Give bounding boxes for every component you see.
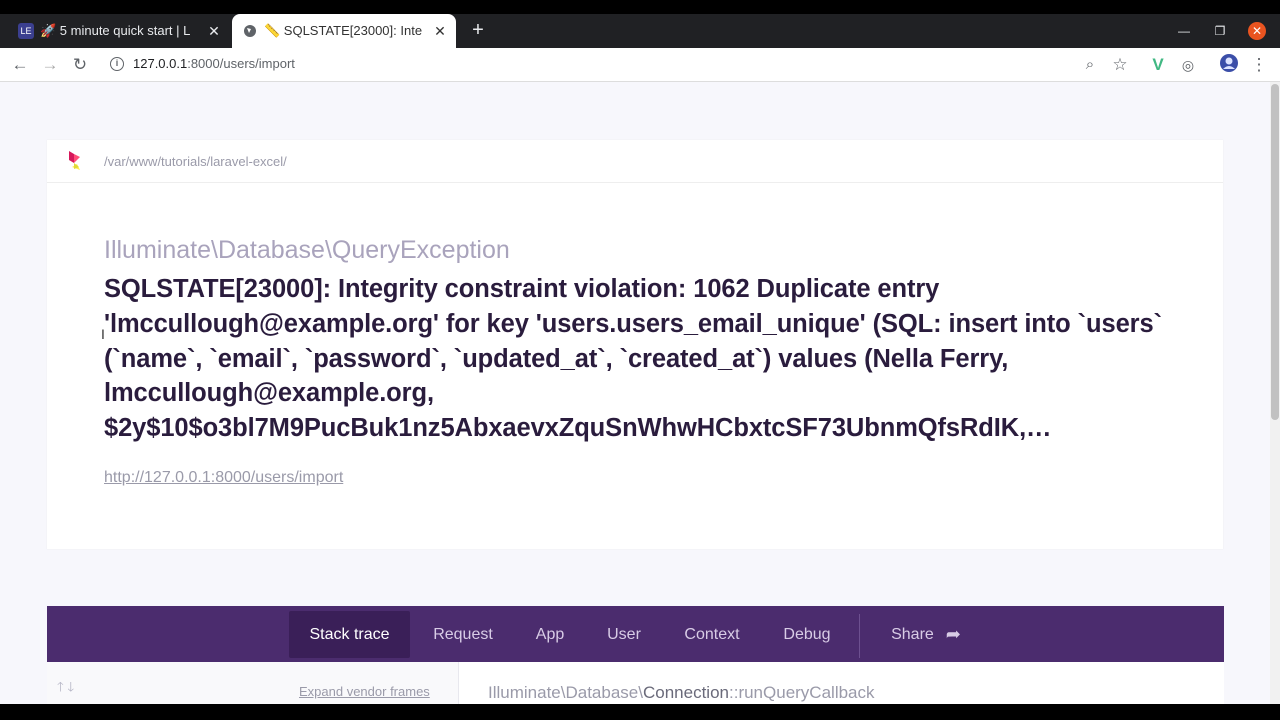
share-button[interactable]: Share ➦ (881, 611, 971, 658)
tabs-divider (859, 614, 860, 658)
ignition-tabs-bar: Stack trace Request App User Context Deb… (47, 606, 1224, 662)
exception-message: SQLSTATE[23000]: Integrity constraint vi… (104, 275, 1162, 443)
browser-tab-sqlstate[interactable]: 📏 SQLSTATE[23000]: Inte ✕ (232, 14, 456, 48)
vue-devtools-icon[interactable]: V (1146, 53, 1170, 77)
frames-list: 🡑 🡓 Expand vendor frames (47, 662, 459, 704)
url-host: 127.0.0.1 (133, 56, 188, 71)
tab-close-icon[interactable]: ✕ (204, 23, 224, 40)
request-url-link[interactable]: http://127.0.0.1:8000/users/import (104, 469, 343, 487)
window-close-icon[interactable]: ✕ (1248, 22, 1266, 40)
ignition-logo-icon (67, 149, 85, 173)
zoom-icon[interactable]: ⌕ (1078, 53, 1102, 77)
back-arrow-icon[interactable]: ← (8, 53, 32, 77)
frame-nav-arrows-icon[interactable]: 🡑 🡓 (57, 678, 74, 700)
tab-debug[interactable]: Debug (773, 611, 841, 658)
tab-request[interactable]: Request (419, 611, 507, 658)
minimize-icon[interactable]: — (1169, 14, 1199, 48)
profile-avatar[interactable] (1217, 53, 1241, 77)
new-tab-button[interactable]: + (466, 18, 490, 42)
forward-arrow-icon[interactable]: → (38, 53, 62, 77)
frame-class: Connection (642, 683, 729, 702)
globe-icon (242, 23, 258, 39)
card-header: /var/www/tutorials/laravel-excel/ (47, 140, 1223, 183)
laravel-excel-favicon-icon: LE (18, 23, 34, 39)
text-cursor-icon: I (101, 326, 105, 342)
browser-tab-quick-start[interactable]: LE 🚀 5 minute quick start | L ✕ (8, 14, 230, 48)
bookmark-star-icon[interactable]: ☆ (1108, 53, 1132, 77)
page-content: /var/www/tutorials/laravel-excel/ Illumi… (0, 82, 1280, 704)
frame-title: Illuminate\Database\Connection::runQuery… (488, 683, 875, 703)
browser-tab-bar: LE 🚀 5 minute quick start | L ✕ 📏 SQLSTA… (0, 14, 1280, 48)
exception-card: /var/www/tutorials/laravel-excel/ Illumi… (47, 140, 1223, 549)
browser-menu-icon[interactable]: ⋮ (1247, 53, 1271, 77)
scrollbar-thumb[interactable] (1271, 84, 1279, 420)
frame-namespace: Illuminate\Database\ (488, 683, 643, 702)
tab-app[interactable]: App (525, 611, 575, 658)
frame-method: ::runQueryCallback (729, 683, 875, 702)
address-bar[interactable]: i 127.0.0.1:8000/users/import (110, 56, 295, 71)
url-path: :8000/users/import (187, 56, 295, 71)
scrollbar[interactable] (1270, 82, 1280, 704)
extension-icon[interactable]: ◎ (1176, 53, 1200, 77)
tab-stack-trace[interactable]: Stack trace (289, 611, 410, 658)
expand-vendor-frames-link[interactable]: Expand vendor frames (299, 684, 430, 699)
restore-icon[interactable]: ❐ (1205, 14, 1235, 48)
tab-context[interactable]: Context (673, 611, 751, 658)
share-label: Share (891, 625, 934, 643)
tab-close-icon[interactable]: ✕ (430, 23, 450, 40)
stack-frames-panel: 🡑 🡓 Expand vendor frames Illuminate\Data… (47, 662, 1224, 704)
browser-toolbar: ← → ↻ i 127.0.0.1:8000/users/import ⌕ ☆ … (0, 48, 1280, 82)
tab-user[interactable]: User (597, 611, 651, 658)
reload-icon[interactable]: ↻ (68, 53, 92, 77)
exception-class: Illuminate\Database\QueryException (104, 236, 510, 264)
tab-title: 📏 SQLSTATE[23000]: Inte (264, 23, 423, 38)
share-arrow-icon: ➦ (945, 624, 961, 644)
site-info-icon[interactable]: i (110, 56, 124, 71)
app-path: /var/www/tutorials/laravel-excel/ (104, 153, 287, 169)
tab-title: 🚀 5 minute quick start | L (40, 23, 191, 38)
